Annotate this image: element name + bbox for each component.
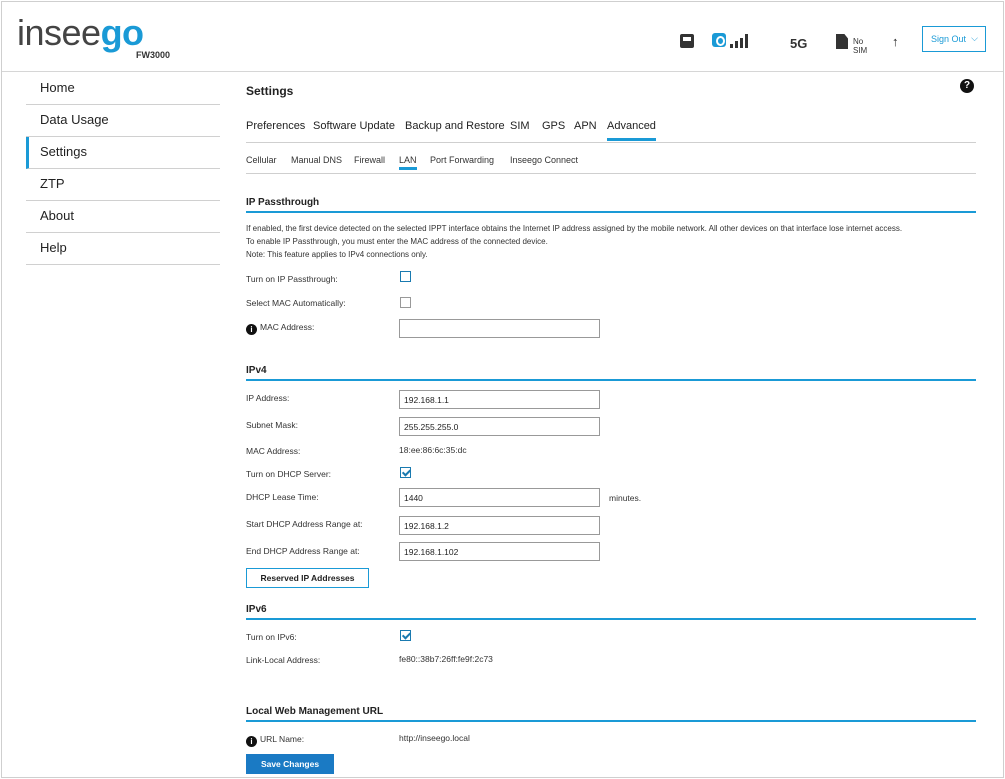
info-icon[interactable]: i	[246, 324, 257, 335]
save-changes-button[interactable]: Save Changes	[246, 754, 334, 774]
dhcp-end-input[interactable]	[399, 542, 600, 561]
sidebar-item-help[interactable]: Help	[26, 233, 220, 265]
subnet-mask-input[interactable]	[399, 417, 600, 436]
router-icon	[680, 34, 694, 48]
subtab-manual-dns[interactable]: Manual DNS	[291, 155, 342, 170]
sidebar-item-data-usage[interactable]: Data Usage	[26, 105, 220, 137]
url-name-value: http://inseego.local	[399, 733, 470, 743]
sidebar-item-about[interactable]: About	[26, 201, 220, 233]
ipv4-mac-address-value: 18:ee:86:6c:35:dc	[399, 445, 467, 455]
app-frame: inseego FW3000 5G No SIM ↑ Sign Out ⌵ Ho…	[1, 1, 1004, 778]
ipv6-heading: IPv6	[246, 604, 976, 620]
tab-gps[interactable]: GPS	[542, 120, 565, 141]
header: inseego FW3000 5G No SIM ↑ Sign Out ⌵	[2, 2, 1003, 72]
url-name-label: i URL Name:	[246, 734, 304, 747]
turn-on-ip-passthrough-label: Turn on IP Passthrough:	[246, 274, 338, 284]
tab-software-update[interactable]: Software Update	[313, 120, 395, 141]
ipv6-checkbox[interactable]	[400, 630, 411, 641]
link-local-address-value: fe80::38b7:26ff:fe9f:2c73	[399, 654, 493, 664]
tab-preferences[interactable]: Preferences	[246, 120, 305, 141]
tab-backup-restore[interactable]: Backup and Restore	[405, 120, 505, 141]
model-label: FW3000	[136, 50, 171, 60]
help-icon[interactable]: ?	[960, 79, 974, 93]
sim-icon	[836, 34, 848, 49]
ip-passthrough-checkbox[interactable]	[400, 271, 411, 282]
sidebar-item-home[interactable]: Home	[26, 73, 220, 105]
tab-sim[interactable]: SIM	[510, 120, 530, 141]
select-mac-auto-label: Select MAC Automatically:	[246, 298, 346, 308]
link-local-address-label: Link-Local Address:	[246, 655, 321, 665]
tab-apn[interactable]: APN	[574, 120, 597, 141]
ippt-mac-address-input[interactable]	[399, 319, 600, 338]
select-mac-auto-checkbox[interactable]	[400, 297, 411, 308]
sign-out-label: Sign Out	[931, 34, 967, 44]
sign-out-button[interactable]: Sign Out ⌵	[922, 26, 986, 52]
ip-passthrough-description: If enabled, the first device detected on…	[246, 224, 903, 259]
sim-status-label: No SIM	[853, 37, 868, 55]
subtab-inseego-connect[interactable]: Inseego Connect	[510, 155, 578, 170]
ippt-mac-address-label: i MAC Address:	[246, 322, 314, 335]
network-type-label: 5G	[790, 36, 808, 51]
subtab-cellular[interactable]: Cellular	[246, 155, 277, 170]
subtab-port-forwarding[interactable]: Port Forwarding	[430, 155, 494, 170]
lease-time-unit: minutes.	[609, 493, 642, 503]
dhcp-start-label: Start DHCP Address Range at:	[246, 519, 363, 529]
web-management-heading: Local Web Management URL	[246, 706, 976, 722]
sidebar-item-ztp[interactable]: ZTP	[26, 169, 220, 201]
tab-advanced[interactable]: Advanced	[607, 120, 656, 141]
ipv4-heading: IPv4	[246, 365, 976, 381]
ip-address-label: IP Address:	[246, 393, 290, 403]
dhcp-end-label: End DHCP Address Range at:	[246, 546, 360, 556]
page-title: Settings	[246, 84, 294, 98]
ip-address-input[interactable]	[399, 390, 600, 409]
subtab-firewall[interactable]: Firewall	[354, 155, 385, 170]
dhcp-server-checkbox[interactable]	[400, 467, 411, 478]
turn-on-ipv6-label: Turn on IPv6:	[246, 632, 297, 642]
sidebar: Home Data Usage Settings ZTP About Help	[26, 73, 220, 265]
inseego-logo: inseego	[17, 12, 144, 53]
reserved-ip-addresses-button[interactable]: Reserved IP Addresses	[246, 568, 369, 588]
dhcp-lease-time-input[interactable]	[399, 488, 600, 507]
ipv4-mac-address-label: MAC Address:	[246, 446, 301, 456]
settings-tabs: Preferences Software Update Backup and R…	[246, 113, 976, 143]
wifi-icon	[712, 33, 726, 47]
dhcp-lease-time-label: DHCP Lease Time:	[246, 492, 319, 502]
subtab-lan[interactable]: LAN	[399, 155, 417, 170]
dhcp-server-label: Turn on DHCP Server:	[246, 469, 332, 479]
dhcp-start-input[interactable]	[399, 516, 600, 535]
sidebar-item-settings[interactable]: Settings	[26, 137, 220, 169]
ip-passthrough-heading: IP Passthrough	[246, 197, 976, 213]
advanced-subtabs: Cellular Manual DNS Firewall LAN Port Fo…	[246, 152, 976, 174]
chevron-down-icon: ⌵	[971, 33, 978, 43]
signal-strength-icon	[730, 32, 752, 48]
upload-arrow-icon: ↑	[892, 34, 899, 49]
info-icon[interactable]: i	[246, 736, 257, 747]
subnet-mask-label: Subnet Mask:	[246, 420, 298, 430]
